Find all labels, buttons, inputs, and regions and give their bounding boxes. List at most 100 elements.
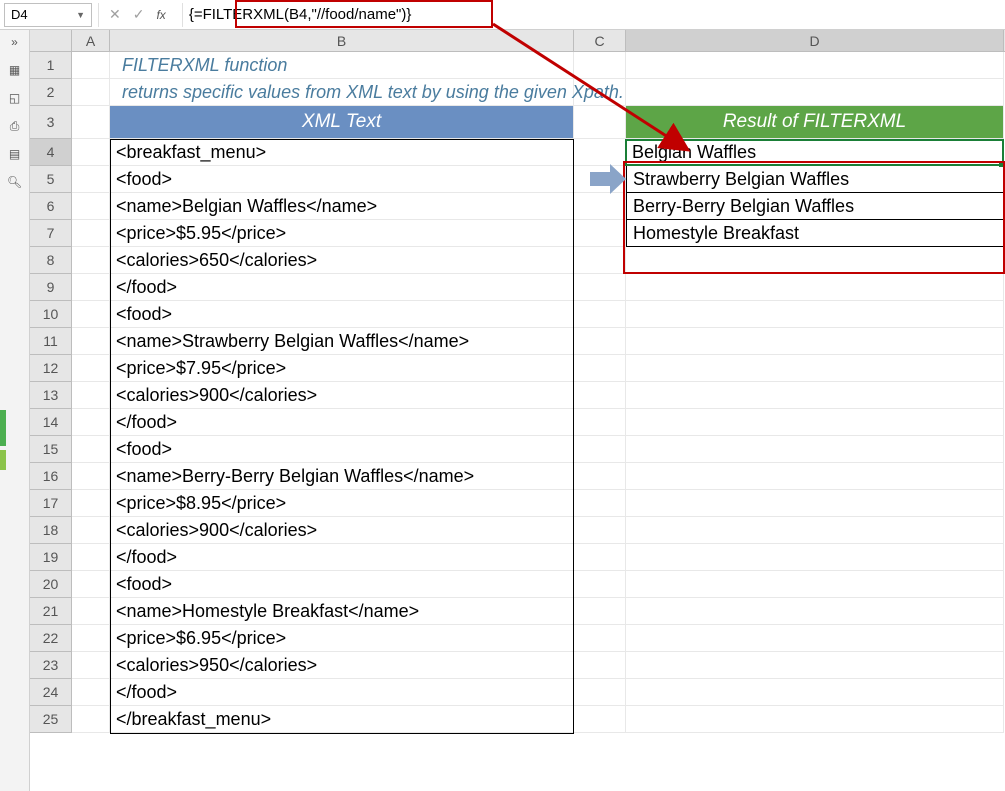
row-header-16[interactable]: 16 — [30, 463, 72, 490]
cell-D8[interactable] — [626, 247, 1004, 274]
cell-D19[interactable] — [626, 544, 1004, 571]
cell-A24[interactable] — [72, 679, 110, 706]
cell-A16[interactable] — [72, 463, 110, 490]
cell-D1[interactable] — [626, 52, 1004, 79]
cell-A22[interactable] — [72, 625, 110, 652]
cell-D6[interactable]: Berry-Berry Belgian Waffles — [626, 193, 1004, 220]
cell-A2[interactable] — [72, 79, 110, 106]
row-header-17[interactable]: 17 — [30, 490, 72, 517]
row-header-6[interactable]: 6 — [30, 193, 72, 220]
cell-C22[interactable] — [574, 625, 626, 652]
cell-B20[interactable]: <food> — [110, 571, 574, 598]
accept-formula-icon[interactable]: ✓ — [133, 6, 145, 23]
cell-D4[interactable]: Belgian Waffles — [626, 139, 1004, 166]
cell-D10[interactable] — [626, 301, 1004, 328]
cell-B13[interactable]: <calories>900</calories> — [110, 382, 574, 409]
cell-C11[interactable] — [574, 328, 626, 355]
cell-B12[interactable]: <price>$7.95</price> — [110, 355, 574, 382]
cell-D5[interactable]: Strawberry Belgian Waffles — [626, 166, 1004, 193]
row-header-20[interactable]: 20 — [30, 571, 72, 598]
cell-A23[interactable] — [72, 652, 110, 679]
cell-D14[interactable] — [626, 409, 1004, 436]
cell-C23[interactable] — [574, 652, 626, 679]
cell-C6[interactable] — [574, 193, 626, 220]
cell-C18[interactable] — [574, 517, 626, 544]
cell-B18[interactable]: <calories>900</calories> — [110, 517, 574, 544]
cell-A4[interactable] — [72, 139, 110, 166]
cell-B23[interactable]: <calories>950</calories> — [110, 652, 574, 679]
cell-B17[interactable]: <price>$8.95</price> — [110, 490, 574, 517]
row-header-22[interactable]: 22 — [30, 625, 72, 652]
cell-C14[interactable] — [574, 409, 626, 436]
cell-D9[interactable] — [626, 274, 1004, 301]
cell-C4[interactable] — [574, 139, 626, 166]
row-header-7[interactable]: 7 — [30, 220, 72, 247]
cell-D13[interactable] — [626, 382, 1004, 409]
cell-C25[interactable] — [574, 706, 626, 733]
cell-B5[interactable]: <food> — [110, 166, 574, 193]
cell-C21[interactable] — [574, 598, 626, 625]
cell-C20[interactable] — [574, 571, 626, 598]
cell-B25[interactable]: </breakfast_menu> — [110, 706, 574, 733]
row-header-2[interactable]: 2 — [30, 79, 72, 106]
cell-C5[interactable] — [574, 166, 626, 193]
cancel-formula-icon[interactable]: ✕ — [109, 6, 121, 23]
cell-C9[interactable] — [574, 274, 626, 301]
cell-B15[interactable]: <food> — [110, 436, 574, 463]
row-header-9[interactable]: 9 — [30, 274, 72, 301]
cell-D7[interactable]: Homestyle Breakfast — [626, 220, 1004, 247]
cell-C3[interactable] — [574, 106, 626, 139]
col-header-B[interactable]: B — [110, 30, 574, 51]
row-header-14[interactable]: 14 — [30, 409, 72, 436]
row-header-3[interactable]: 3 — [30, 106, 72, 139]
cell-B7[interactable]: <price>$5.95</price> — [110, 220, 574, 247]
cell-B24[interactable]: </food> — [110, 679, 574, 706]
row-header-10[interactable]: 10 — [30, 301, 72, 328]
cell-C15[interactable] — [574, 436, 626, 463]
cell-B22[interactable]: <price>$6.95</price> — [110, 625, 574, 652]
print-icon[interactable]: ⎙ — [6, 118, 24, 134]
cell-B3-header[interactable]: XML Text — [110, 106, 574, 139]
cell-D16[interactable] — [626, 463, 1004, 490]
table-icon[interactable]: ▤ — [6, 146, 24, 162]
row-header-5[interactable]: 5 — [30, 166, 72, 193]
cell-B9[interactable]: </food> — [110, 274, 574, 301]
cell-A6[interactable] — [72, 193, 110, 220]
cell-B6[interactable]: <name>Belgian Waffles</name> — [110, 193, 574, 220]
cell-B1[interactable]: FILTERXML function — [110, 52, 574, 79]
cell-A11[interactable] — [72, 328, 110, 355]
cell-D15[interactable] — [626, 436, 1004, 463]
row-header-13[interactable]: 13 — [30, 382, 72, 409]
cell-B11[interactable]: <name>Strawberry Belgian Waffles</name> — [110, 328, 574, 355]
col-header-D[interactable]: D — [626, 30, 1004, 51]
cell-C2[interactable] — [574, 79, 626, 106]
cell-A8[interactable] — [72, 247, 110, 274]
name-box[interactable]: D4 ▼ — [4, 3, 92, 27]
cell-B4[interactable]: <breakfast_menu> — [110, 139, 574, 166]
cell-D23[interactable] — [626, 652, 1004, 679]
row-header-25[interactable]: 25 — [30, 706, 72, 733]
cell-C8[interactable] — [574, 247, 626, 274]
cell-D12[interactable] — [626, 355, 1004, 382]
cell-A3[interactable] — [72, 106, 110, 139]
cell-B14[interactable]: </food> — [110, 409, 574, 436]
cell-A17[interactable] — [72, 490, 110, 517]
cell-C1[interactable] — [574, 52, 626, 79]
cell-C19[interactable] — [574, 544, 626, 571]
row-header-1[interactable]: 1 — [30, 52, 72, 79]
row-header-23[interactable]: 23 — [30, 652, 72, 679]
find-icon[interactable]: 🔍︎ — [6, 174, 24, 190]
cell-C7[interactable] — [574, 220, 626, 247]
select-all-corner[interactable] — [30, 30, 72, 51]
row-header-4[interactable]: 4 — [30, 139, 72, 166]
cell-B8[interactable]: <calories>650</calories> — [110, 247, 574, 274]
cell-A7[interactable] — [72, 220, 110, 247]
cell-C17[interactable] — [574, 490, 626, 517]
pivot-icon[interactable]: ◱ — [6, 90, 24, 106]
cell-A1[interactable] — [72, 52, 110, 79]
expand-icon[interactable]: » — [6, 34, 24, 50]
cell-B21[interactable]: <name>Homestyle Breakfast</name> — [110, 598, 574, 625]
side-tab-2[interactable] — [0, 450, 6, 470]
cell-A21[interactable] — [72, 598, 110, 625]
cell-D24[interactable] — [626, 679, 1004, 706]
